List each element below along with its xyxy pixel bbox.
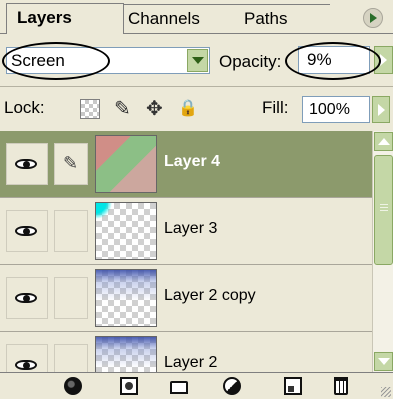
link-toggle[interactable]	[54, 277, 88, 319]
fill-input[interactable]: 100%	[302, 96, 370, 123]
tab-bar: Paths Channels Layers	[0, 0, 393, 34]
tab-layers[interactable]: Layers	[6, 3, 124, 34]
layer-thumbnail	[95, 135, 157, 193]
link-toggle[interactable]: ✎	[54, 143, 88, 185]
layer-list: ✎ Layer 4 Layer 3 Layer 2 copy Layer 2	[0, 131, 372, 372]
layer-name: Layer 2 copy	[164, 287, 256, 304]
fill-value: 100%	[309, 101, 350, 118]
blend-row: Screen Opacity: 9%	[0, 34, 393, 86]
scroll-thumb[interactable]	[374, 155, 393, 265]
lock-transparency-icon[interactable]	[80, 99, 100, 119]
new-layer-icon[interactable]	[284, 377, 302, 395]
link-toggle[interactable]	[54, 344, 88, 372]
eye-icon	[15, 226, 37, 236]
brush-icon: ✎	[63, 153, 79, 173]
eye-icon	[15, 159, 37, 169]
layer-row[interactable]: Layer 3	[0, 198, 372, 265]
brush-icon[interactable]: ✎	[114, 99, 134, 119]
tab-label: Channels	[128, 9, 200, 28]
opacity-input[interactable]: 9%	[298, 46, 370, 74]
lock-row: Lock: ✎ ✥ 🔒 Fill: 100%	[0, 86, 393, 132]
layer-list-scrollbar[interactable]	[372, 131, 393, 372]
resize-grip[interactable]	[381, 387, 391, 397]
new-group-icon[interactable]	[170, 381, 188, 394]
layer-row[interactable]: Layer 2 copy	[0, 265, 372, 332]
layer-row[interactable]: Layer 2	[0, 332, 372, 372]
layer-style-icon[interactable]	[64, 377, 82, 395]
eye-icon	[15, 360, 37, 370]
fill-label: Fill:	[262, 98, 289, 117]
visibility-toggle[interactable]	[6, 277, 48, 319]
link-toggle[interactable]	[54, 210, 88, 252]
delete-layer-icon[interactable]	[334, 377, 348, 395]
lock-icon[interactable]: 🔒	[178, 99, 198, 119]
visibility-toggle[interactable]	[6, 344, 48, 372]
layer-thumbnail	[95, 202, 157, 260]
layer-thumbnail	[95, 336, 157, 372]
visibility-toggle[interactable]	[6, 143, 48, 185]
visibility-toggle[interactable]	[6, 210, 48, 252]
add-mask-icon[interactable]	[120, 377, 138, 395]
move-icon[interactable]: ✥	[146, 99, 166, 119]
layer-thumbnail	[95, 269, 157, 327]
scroll-down-button[interactable]	[374, 352, 393, 371]
layer-row[interactable]: ✎ Layer 4	[0, 131, 372, 198]
blend-mode-value: Screen	[11, 51, 65, 70]
layers-panel: Paths Channels Layers Screen Opacity: 9%…	[0, 0, 393, 399]
tab-label: Layers	[17, 8, 72, 27]
panel-menu-button[interactable]	[363, 8, 383, 28]
scroll-up-button[interactable]	[374, 132, 393, 151]
chevron-down-icon[interactable]	[187, 49, 208, 72]
layer-name: Layer 4	[164, 153, 221, 170]
adjustment-layer-icon[interactable]	[223, 377, 241, 395]
eye-icon	[15, 293, 37, 303]
opacity-value: 9%	[307, 50, 332, 69]
opacity-label: Opacity:	[219, 52, 282, 71]
lock-label: Lock:	[4, 98, 45, 117]
tab-channels[interactable]: Channels	[118, 4, 240, 32]
fill-slider-button[interactable]	[372, 96, 390, 123]
layer-name: Layer 2	[164, 354, 218, 371]
tab-paths[interactable]: Paths	[234, 4, 330, 32]
opacity-slider-button[interactable]	[374, 46, 393, 74]
bottom-toolbar	[0, 372, 393, 399]
tab-label: Paths	[244, 9, 288, 28]
layer-name: Layer 3	[164, 220, 218, 237]
blend-mode-select[interactable]: Screen	[6, 47, 210, 74]
